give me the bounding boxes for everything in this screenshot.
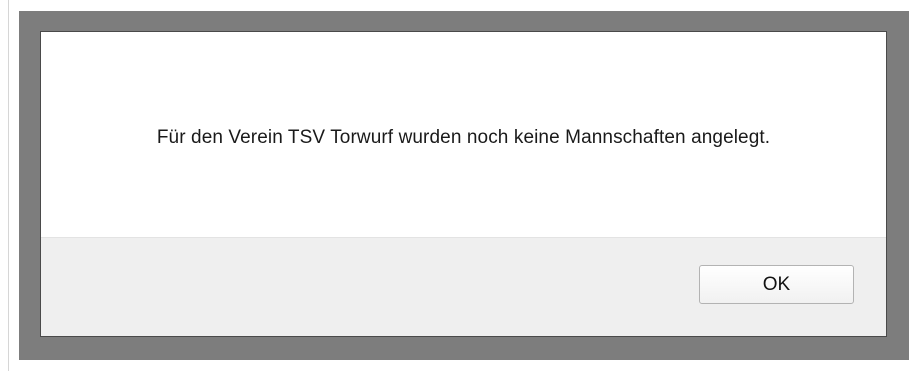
modal-overlay: Für den Verein TSV Torwurf wurden noch k… — [19, 11, 909, 360]
page-edge — [0, 0, 9, 371]
ok-button[interactable]: OK — [699, 265, 854, 304]
page: Für den Verein TSV Torwurf wurden noch k… — [0, 0, 923, 371]
alert-dialog: Für den Verein TSV Torwurf wurden noch k… — [40, 31, 887, 337]
dialog-footer: OK — [41, 237, 886, 336]
dialog-message: Für den Verein TSV Torwurf wurden noch k… — [156, 126, 771, 148]
dialog-body: Für den Verein TSV Torwurf wurden noch k… — [41, 32, 886, 237]
